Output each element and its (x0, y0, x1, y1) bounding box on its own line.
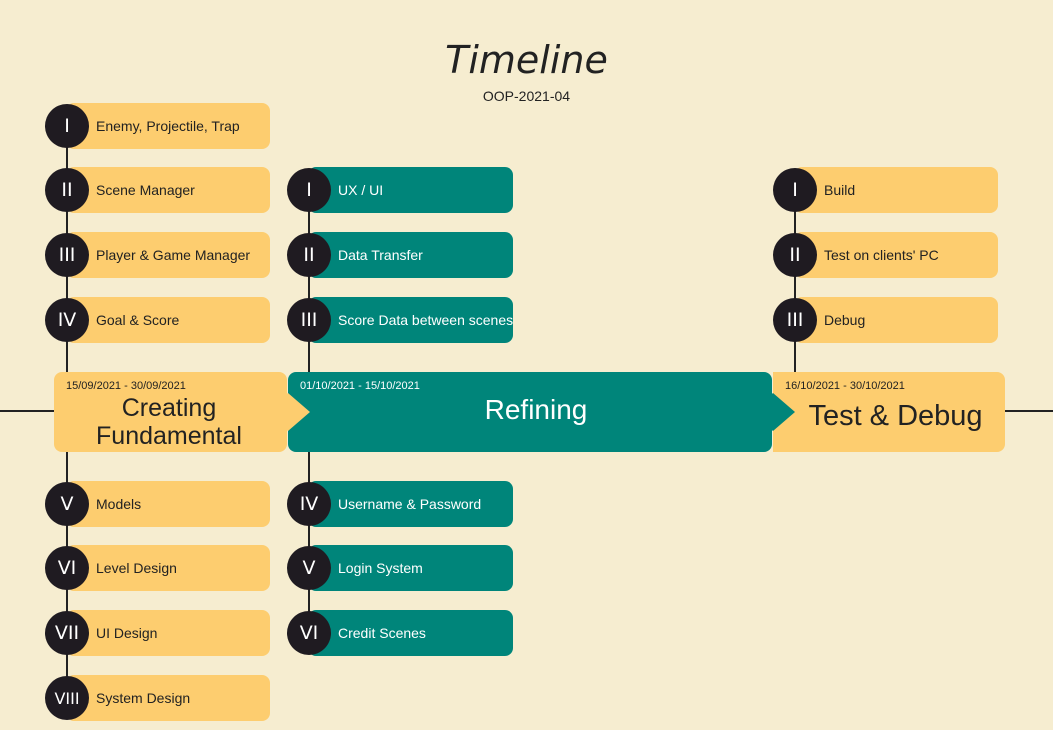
task-number-badge: VIII (45, 676, 89, 720)
task-item: Login System (308, 545, 513, 591)
task-label: Level Design (96, 560, 177, 576)
task-item: Scene Manager (66, 167, 270, 213)
task-item: Data Transfer (308, 232, 513, 278)
task-label: Build (824, 182, 856, 198)
phase-date: 01/10/2021 - 15/10/2021 (300, 380, 420, 392)
task-label: UX / UI (338, 182, 384, 198)
task-number-badge: VI (287, 611, 331, 655)
task-number-badge: II (287, 233, 331, 277)
task-number-badge: II (773, 233, 817, 277)
task-item: Level Design (66, 545, 270, 591)
task-label: Username & Password (338, 496, 482, 512)
phase-date: 16/10/2021 - 30/10/2021 (785, 380, 905, 392)
task-label: Debug (824, 312, 866, 328)
phase-arrow (288, 393, 310, 431)
task-number-badge: III (773, 298, 817, 342)
task-label: Models (96, 496, 142, 512)
task-item: Debug (794, 297, 998, 343)
task-number-badge: VII (45, 611, 89, 655)
task-number-badge: V (45, 482, 89, 526)
task-label: Enemy, Projectile, Trap (96, 118, 240, 134)
task-label: UI Design (96, 625, 158, 641)
task-number-badge: I (773, 168, 817, 212)
task-number-badge: V (287, 546, 331, 590)
task-label: Test on clients' PC (824, 247, 939, 263)
page-subtitle: OOP-2021-04 (482, 88, 571, 104)
task-item: System Design (66, 675, 270, 721)
task-number-badge: IV (287, 482, 331, 526)
phase-arrow (773, 393, 795, 431)
task-item: Player & Game Manager (66, 232, 270, 278)
task-item: Build (794, 167, 998, 213)
task-number-badge: II (45, 168, 89, 212)
task-number-badge: I (287, 168, 331, 212)
task-number-badge: IV (45, 298, 89, 342)
task-number-badge: III (45, 233, 89, 277)
task-item: UI Design (66, 610, 270, 656)
task-number-badge: VI (45, 546, 89, 590)
task-label: Credit Scenes (338, 625, 426, 641)
task-label: Goal & Score (96, 312, 180, 328)
phase-creating-fundamental: 15/09/2021 - 30/09/2021 Creating Fundame… (54, 372, 287, 452)
task-item: Models (66, 481, 270, 527)
task-label: Login System (338, 560, 423, 576)
task-item: Test on clients' PC (794, 232, 998, 278)
phase-date: 15/09/2021 - 30/09/2021 (66, 380, 186, 392)
task-item: Score Data between scenes (308, 297, 513, 343)
phase-name: Test & Debug (808, 400, 983, 432)
task-item: Username & Password (308, 481, 513, 527)
task-number-badge: I (45, 104, 89, 148)
task-label: Score Data between scenes (338, 312, 514, 328)
task-item: UX / UI (308, 167, 513, 213)
task-label: Player & Game Manager (96, 247, 251, 263)
task-label: System Design (96, 690, 191, 706)
phase-refining: 01/10/2021 - 15/10/2021 Refining (288, 372, 772, 452)
task-label: Scene Manager (96, 182, 195, 198)
phase-name: Creating Fundamental (96, 394, 242, 450)
task-number-badge: III (287, 298, 331, 342)
task-item: Enemy, Projectile, Trap (66, 103, 270, 149)
phase-test-debug: 16/10/2021 - 30/10/2021 Test & Debug (773, 372, 1005, 452)
task-item: Goal & Score (66, 297, 270, 343)
task-label: Data Transfer (338, 247, 423, 263)
column-3-connector (794, 190, 796, 372)
task-item: Credit Scenes (308, 610, 513, 656)
phase-name: Refining (484, 394, 588, 425)
page-title: Timeline (445, 38, 608, 82)
